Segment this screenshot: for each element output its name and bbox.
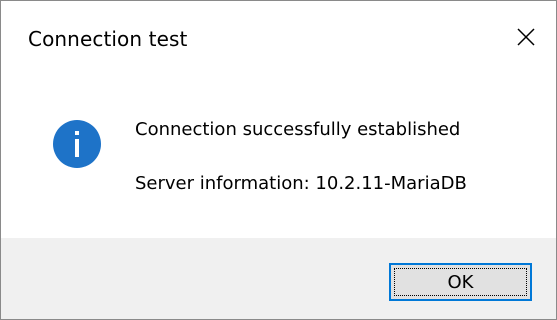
close-button[interactable] bbox=[496, 1, 556, 73]
title-bar: Connection test bbox=[1, 1, 556, 73]
connection-test-dialog: Connection test Connection successfully … bbox=[0, 0, 557, 320]
close-icon bbox=[517, 28, 535, 46]
button-bar: OK bbox=[1, 238, 556, 319]
ok-button-label: OK bbox=[447, 271, 474, 293]
message-text: Connection successfully established bbox=[135, 119, 461, 140]
info-icon bbox=[53, 120, 101, 168]
ok-button[interactable]: OK bbox=[389, 263, 532, 301]
message-area: Connection successfully established Serv… bbox=[1, 73, 556, 238]
window-title: Connection test bbox=[28, 27, 188, 51]
server-info-text: Server information: 10.2.11-MariaDB bbox=[135, 173, 467, 194]
